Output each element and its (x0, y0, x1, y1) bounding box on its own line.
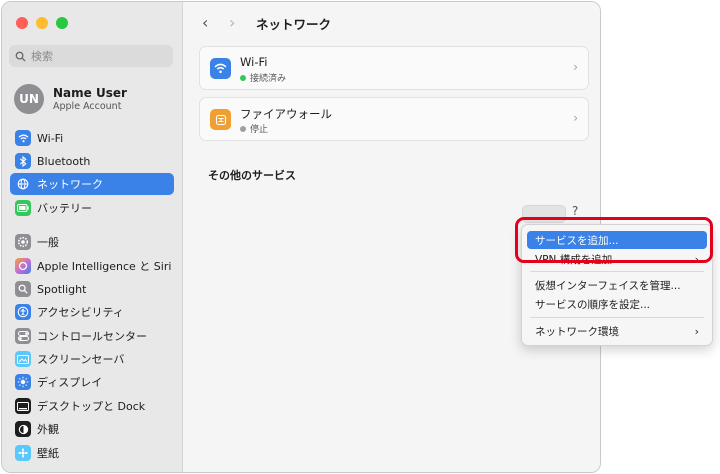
sidebar-item-wallpaper[interactable]: 壁紙 (10, 442, 174, 464)
sidebar-item-control-center[interactable]: コントロールセンター (10, 325, 174, 347)
siri-icon (15, 258, 31, 274)
chevron-right-icon: › (573, 60, 578, 74)
menu-item-set-service-order[interactable]: サービスの順序を設定... (527, 295, 707, 313)
sidebar-item-label: ネットワーク (37, 178, 103, 191)
sidebar-item-display[interactable]: ディスプレイ (10, 371, 174, 393)
sidebar-item-spotlight[interactable]: Spotlight (10, 278, 174, 300)
service-status: 停止 (250, 125, 269, 135)
status-dot (240, 74, 246, 81)
sidebar-item-wifi[interactable]: Wi-Fi (10, 127, 174, 149)
service-row-wifi[interactable]: Wi-Fi 接続済み › (199, 46, 589, 90)
chevron-right-icon: › (694, 324, 699, 338)
highlight-box (515, 217, 713, 263)
screensaver-icon (15, 351, 31, 367)
menu-separator (530, 271, 704, 272)
sidebar-item-label: ディスプレイ (37, 376, 103, 389)
menu-separator (530, 317, 704, 318)
wifi-icon (210, 58, 231, 79)
sidebar-item-network[interactable]: ネットワーク (10, 173, 174, 195)
sidebar-item-label: スクリーンセーバ (37, 353, 125, 366)
help-button[interactable]: ? (572, 204, 578, 218)
service-status: 接続済み (250, 74, 287, 84)
minimize-button[interactable] (36, 17, 48, 29)
account-subtitle: Apple Account (53, 100, 122, 112)
sidebar-item-label: デスクトップと Dock (37, 400, 146, 413)
menu-item-manage-virtual-interfaces[interactable]: 仮想インターフェイスを管理... (527, 276, 707, 294)
sidebar-item-label: Bluetooth (37, 154, 91, 168)
control-center-icon (15, 328, 31, 344)
sidebar-item-apple-intelligence[interactable]: Apple Intelligence と Siri (10, 255, 174, 277)
wifi-icon (15, 130, 31, 146)
globe-icon (15, 176, 31, 192)
search-icon (15, 51, 26, 62)
sidebar: 検索 UN Name User Apple Account Wi-Fi Blue… (2, 2, 183, 472)
sidebar-item-label: Apple Intelligence と Siri (37, 260, 172, 273)
menu-item-label: 仮想インターフェイスを管理... (535, 279, 681, 292)
sidebar-item-label: 壁紙 (37, 447, 59, 460)
service-name: ファイアウォール (240, 107, 332, 121)
appearance-icon (15, 421, 31, 437)
accessibility-icon (15, 304, 31, 320)
gear-icon (15, 234, 31, 250)
menu-item-label: ネットワーク環境 (535, 325, 619, 338)
close-button[interactable] (16, 17, 28, 29)
display-icon (15, 374, 31, 390)
status-dot (240, 125, 246, 132)
sidebar-item-label: Wi-Fi (37, 131, 64, 145)
battery-icon (15, 200, 31, 216)
wallpaper-icon (15, 445, 31, 461)
sidebar-item-accessibility[interactable]: アクセシビリティ (10, 301, 174, 323)
window-controls (16, 17, 68, 29)
account-row[interactable]: UN Name User Apple Account (14, 84, 127, 114)
search-placeholder: 検索 (31, 50, 53, 63)
sidebar-item-battery[interactable]: バッテリー (10, 197, 174, 219)
service-row-firewall[interactable]: ファイアウォール 停止 › (199, 97, 589, 141)
sidebar-item-desktop-dock[interactable]: デスクトップと Dock (10, 395, 174, 417)
page-title: ネットワーク (256, 17, 332, 32)
dock-icon (15, 398, 31, 414)
sidebar-item-label: Spotlight (37, 282, 87, 296)
avatar: UN (14, 84, 44, 114)
account-name: Name User (53, 85, 127, 100)
magnifier-icon (15, 281, 31, 297)
menu-item-label: サービスの順序を設定... (535, 298, 651, 311)
service-name: Wi-Fi (240, 55, 268, 69)
menu-item-network-location[interactable]: ネットワーク環境 › (527, 322, 707, 340)
back-button[interactable]: ‹ (202, 13, 208, 32)
sidebar-item-label: バッテリー (37, 202, 92, 215)
sidebar-item-appearance[interactable]: 外観 (10, 418, 174, 440)
sidebar-item-general[interactable]: 一般 (10, 231, 174, 253)
forward-button[interactable]: › (229, 13, 235, 32)
bluetooth-icon (15, 153, 31, 169)
search-field[interactable]: 検索 (9, 45, 173, 67)
sidebar-item-label: コントロールセンター (37, 330, 147, 343)
sidebar-item-label: 一般 (37, 236, 59, 249)
other-services-heading: その他のサービス (208, 169, 296, 182)
zoom-button[interactable] (56, 17, 68, 29)
chevron-right-icon: › (573, 111, 578, 125)
firewall-icon (210, 109, 231, 130)
sidebar-item-bluetooth[interactable]: Bluetooth (10, 150, 174, 172)
sidebar-item-screensaver[interactable]: スクリーンセーバ (10, 348, 174, 370)
sidebar-item-label: アクセシビリティ (37, 306, 124, 319)
settings-window: 検索 UN Name User Apple Account Wi-Fi Blue… (1, 1, 601, 473)
sidebar-item-label: 外観 (37, 423, 59, 436)
